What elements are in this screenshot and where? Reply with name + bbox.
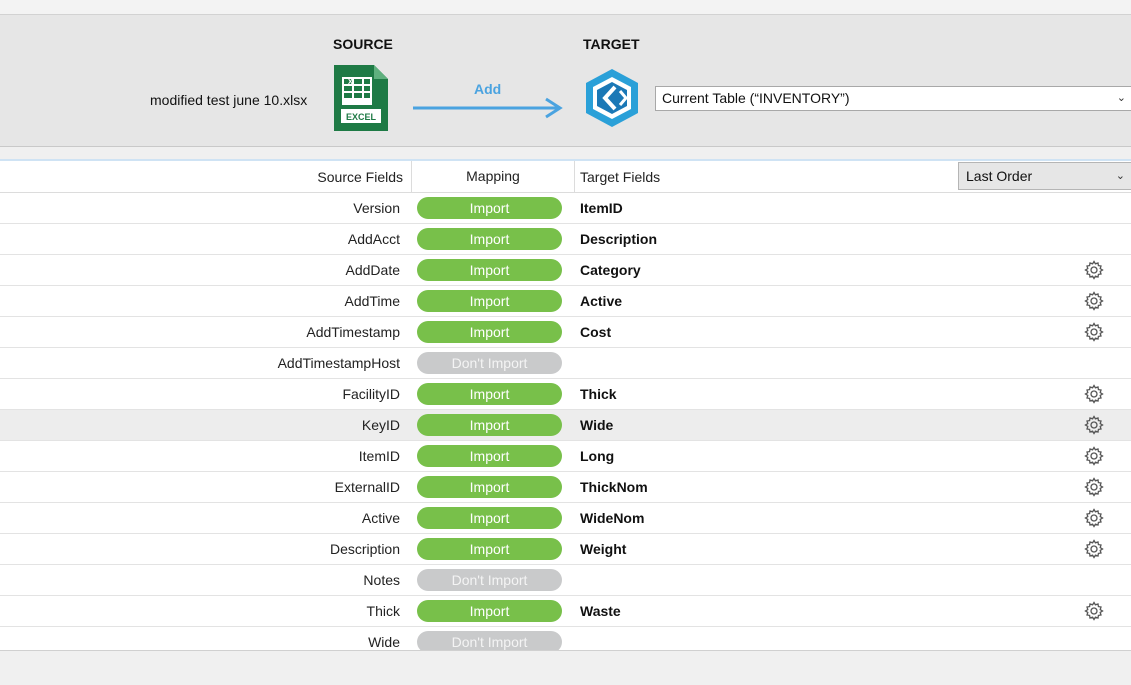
mapping-toggle[interactable]: Import <box>417 538 562 560</box>
mapping-rows: Version Import ItemID AddAcct Import Descript… <box>0 193 1131 652</box>
gear-icon[interactable] <box>1084 260 1104 280</box>
source-field-name: Description <box>329 541 400 557</box>
mapping-toggle[interactable]: Import <box>417 383 562 405</box>
target-field-name: ItemID <box>580 200 623 216</box>
gear-icon[interactable] <box>1084 446 1104 466</box>
svg-text:X: X <box>348 79 353 86</box>
mapping-toggle[interactable]: Import <box>417 445 562 467</box>
target-label: TARGET <box>583 36 640 52</box>
target-field-name: Active <box>580 293 623 309</box>
table-row: ExternalID Import ThickNom <box>0 472 1131 503</box>
mapping-toggle[interactable]: Import <box>417 228 562 250</box>
field-order-value: Last Order <box>966 168 1033 184</box>
mapping-toggle[interactable]: Don't Import <box>417 631 562 652</box>
source-field-name: AddAcct <box>347 231 400 247</box>
header-gap <box>0 147 1131 159</box>
source-field-name: Thick <box>366 603 400 619</box>
filemaker-icon <box>586 69 638 127</box>
gear-icon[interactable] <box>1084 601 1104 621</box>
mapping-toggle[interactable]: Import <box>417 476 562 498</box>
source-field-name: KeyID <box>361 417 400 433</box>
target-field-name: ThickNom <box>580 479 648 495</box>
table-row: Thick Import Waste <box>0 596 1131 627</box>
gear-icon[interactable] <box>1084 477 1104 497</box>
source-field-name: AddTime <box>344 293 400 309</box>
column-header-row: Source Fields Mapping Target Fields Last… <box>0 161 1131 193</box>
import-header: SOURCE TARGET modified test june 10.xlsx… <box>0 15 1131 147</box>
source-field-name: Version <box>353 200 400 216</box>
target-field-name: Cost <box>580 324 612 340</box>
gear-icon[interactable] <box>1084 384 1104 404</box>
field-mapping-grid: Source Fields Mapping Target Fields Last… <box>0 159 1131 652</box>
mapping-toggle[interactable]: Import <box>417 414 562 436</box>
target-field-name: Long <box>580 448 615 464</box>
mapping-toggle[interactable]: Don't Import <box>417 352 562 374</box>
chevron-down-icon: ⌄ <box>1115 170 1125 182</box>
source-field-name: FacilityID <box>342 386 400 402</box>
table-row: Notes Don't Import <box>0 565 1131 596</box>
source-field-name: AddTimestamp <box>306 324 400 340</box>
table-row: Active Import WideNom <box>0 503 1131 534</box>
target-field-name: Description <box>580 231 658 247</box>
excel-badge-text: EXCEL <box>346 112 377 122</box>
source-label: SOURCE <box>333 36 393 52</box>
gear-icon[interactable] <box>1084 415 1104 435</box>
target-table-select[interactable]: Current Table (“INVENTORY”) ⌄ <box>655 86 1131 111</box>
mapping-toggle[interactable]: Import <box>417 321 562 343</box>
table-row: AddDate Import Category <box>0 255 1131 286</box>
field-order-select[interactable]: Last Order ⌄ <box>958 162 1131 190</box>
table-row: AddTimestampHost Don't Import <box>0 348 1131 379</box>
mapping-toggle[interactable]: Import <box>417 600 562 622</box>
gear-icon[interactable] <box>1084 291 1104 311</box>
table-row: Version Import ItemID <box>0 193 1131 224</box>
table-row: KeyID Import Wide <box>0 410 1131 441</box>
gear-icon[interactable] <box>1084 508 1104 528</box>
target-field-name: Category <box>580 262 641 278</box>
chevron-down-icon: ⌄ <box>1116 92 1126 104</box>
table-row: Description Import Weight <box>0 534 1131 565</box>
mapping-toggle[interactable]: Import <box>417 290 562 312</box>
target-field-name: Wide <box>580 417 614 433</box>
table-row: ItemID Import Long <box>0 441 1131 472</box>
mapping-header: Mapping <box>411 161 575 192</box>
gear-icon[interactable] <box>1084 539 1104 559</box>
mapping-toggle[interactable]: Import <box>417 259 562 281</box>
gear-icon[interactable] <box>1084 322 1104 342</box>
excel-file-icon: X EXCEL <box>334 65 388 131</box>
target-table-value: Current Table (“INVENTORY”) <box>662 90 850 106</box>
footer-bar <box>0 650 1131 685</box>
arrow-right-icon <box>413 97 563 119</box>
target-fields-header: Target Fields <box>580 169 661 185</box>
source-fields-header: Source Fields <box>317 169 403 185</box>
source-field-name: AddTimestampHost <box>277 355 400 371</box>
source-field-name: ItemID <box>358 448 400 464</box>
target-field-name: Waste <box>580 603 621 619</box>
target-field-name: Weight <box>580 541 627 557</box>
import-action-label: Add <box>474 81 502 97</box>
target-field-name: Thick <box>580 386 617 402</box>
source-file-name: modified test june 10.xlsx <box>150 92 308 108</box>
table-row: Wide Don't Import <box>0 627 1131 652</box>
source-field-name: Active <box>361 510 400 526</box>
top-strip <box>0 0 1131 15</box>
table-row: AddAcct Import Description <box>0 224 1131 255</box>
table-row: FacilityID Import Thick <box>0 379 1131 410</box>
source-field-name: Wide <box>368 634 400 650</box>
source-field-name: AddDate <box>345 262 400 278</box>
table-row: AddTimestamp Import Cost <box>0 317 1131 348</box>
mapping-toggle[interactable]: Don't Import <box>417 569 562 591</box>
source-field-name: ExternalID <box>334 479 400 495</box>
mapping-toggle[interactable]: Import <box>417 507 562 529</box>
table-row: AddTime Import Active <box>0 286 1131 317</box>
mapping-toggle[interactable]: Import <box>417 197 562 219</box>
source-field-name: Notes <box>363 572 400 588</box>
target-field-name: WideNom <box>580 510 645 526</box>
